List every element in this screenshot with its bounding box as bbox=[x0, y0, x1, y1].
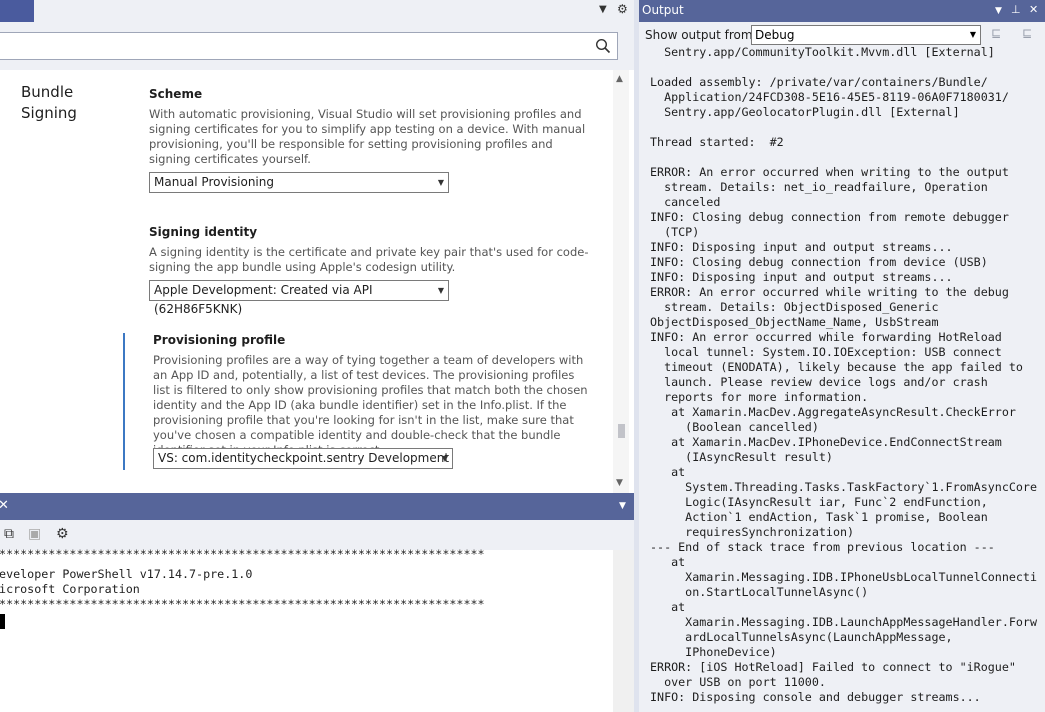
signing-identity-select[interactable]: Apple Development: Created via API (62H8… bbox=[149, 280, 449, 316]
scheme-select-value: Manual Provisioning bbox=[154, 175, 274, 189]
output-line: INFO: Disposing input and output streams… bbox=[650, 270, 953, 284]
output-line: at Xamarin.MacDev.AggregateAsyncResult.C… bbox=[650, 405, 1016, 419]
signing-identity-heading: Signing identity bbox=[149, 225, 258, 239]
provisioning-profile-heading: Provisioning profile bbox=[153, 333, 286, 347]
settings-gear-icon[interactable]: ⚙ bbox=[56, 526, 69, 542]
output-line: on.StartLocalTunnelAsync() bbox=[650, 585, 869, 599]
close-icon[interactable]: ✕ bbox=[0, 498, 9, 513]
output-text[interactable]: Sentry.app/CommunityToolkit.Mvvm.dll [Ex… bbox=[650, 47, 1045, 712]
output-line: INFO: An error occurred while forwarding… bbox=[650, 330, 1002, 344]
output-line: at bbox=[650, 555, 686, 569]
terminal-line: Microsoft Corporation bbox=[0, 582, 140, 596]
scrollbar-thumb[interactable] bbox=[618, 424, 625, 438]
output-line: IPhoneDevice) bbox=[650, 645, 777, 659]
scroll-up-icon[interactable]: ▲ bbox=[616, 74, 623, 84]
output-title: Output bbox=[642, 3, 684, 17]
output-toolbar: Show output from: Debug ▼ ⊑ ⊑ bbox=[639, 22, 1045, 47]
output-line: Thread started: #2 bbox=[650, 135, 784, 149]
output-line: (TCP) bbox=[650, 225, 700, 239]
provisioning-profile-select[interactable]: VS: com.identitycheckpoint.sentry Develo… bbox=[153, 448, 453, 469]
search-icon[interactable] bbox=[595, 38, 611, 54]
terminal-line: ****************************************… bbox=[0, 547, 485, 561]
output-line: INFO: Closing debug connection from devi… bbox=[650, 255, 988, 269]
signing-identity-description: A signing identity is the certificate an… bbox=[149, 245, 589, 274]
scheme-select[interactable]: Manual Provisioning ▼ bbox=[149, 172, 449, 193]
terminal-cursor bbox=[0, 614, 5, 629]
copy-icon[interactable]: ⧉ bbox=[4, 526, 14, 542]
chevron-down-icon: ▼ bbox=[969, 30, 976, 39]
terminal-output[interactable]: ****************************************… bbox=[0, 547, 613, 712]
clear-all-icon[interactable]: ⊑ bbox=[991, 26, 1001, 40]
word-wrap-icon[interactable]: ⊑ bbox=[1022, 26, 1032, 40]
scheme-description: With automatic provisioning, Visual Stud… bbox=[149, 107, 586, 166]
scroll-down-icon[interactable]: ▼ bbox=[616, 478, 623, 488]
output-line: local tunnel: System.IO.IOException: USB… bbox=[650, 345, 1002, 359]
output-line: Sentry.app/CommunityToolkit.Mvvm.dll [Ex… bbox=[650, 47, 995, 59]
output-line: Application/24FCD308-5E16-45E5-8119-06A0… bbox=[650, 90, 1009, 104]
output-line: reports for more information. bbox=[650, 390, 869, 404]
output-line: ERROR: [iOS HotReload] Failed to connect… bbox=[650, 660, 1016, 674]
settings-search-input[interactable] bbox=[0, 32, 618, 60]
output-source-select[interactable]: Debug ▼ bbox=[751, 25, 981, 45]
chevron-down-icon: ▼ bbox=[437, 178, 444, 187]
project-properties-pane: ▼ ⚙ Bundle Signing Scheme With automatic… bbox=[0, 0, 634, 493]
chevron-down-icon: ▼ bbox=[441, 454, 448, 463]
terminal-line: Developer PowerShell v17.14.7-pre.1.0 bbox=[0, 567, 253, 581]
output-line: (IAsyncResult result) bbox=[650, 450, 833, 464]
terminal-line: ****************************************… bbox=[0, 597, 485, 611]
terminal-titlebar: ✕ ▼ bbox=[0, 493, 634, 520]
output-line: canceled bbox=[650, 195, 721, 209]
window-dropdown-icon[interactable]: ▼ bbox=[599, 4, 607, 15]
pin-icon[interactable]: ⊥ bbox=[1011, 3, 1021, 16]
paste-icon[interactable]: ▣ bbox=[28, 526, 41, 542]
signing-identity-select-value: Apple Development: Created via API (62H8… bbox=[154, 283, 373, 316]
terminal-toolbar: ⧉ ▣ ⚙ bbox=[0, 520, 634, 550]
output-line: ObjectDisposed_ObjectName_Name, UsbStrea… bbox=[650, 315, 939, 329]
output-line: Xamarin.Messaging.IDB.LaunchAppMessageHa… bbox=[650, 615, 1038, 629]
output-line: at Xamarin.MacDev.IPhoneDevice.EndConnec… bbox=[650, 435, 1002, 449]
chevron-down-icon: ▼ bbox=[437, 286, 444, 295]
output-line: stream. Details: ObjectDisposed_Generic bbox=[650, 300, 939, 314]
output-source-value: Debug bbox=[755, 28, 795, 42]
terminal-scrollbar[interactable] bbox=[613, 550, 634, 712]
output-line: Xamarin.Messaging.IDB.IPhoneUsbLocalTunn… bbox=[650, 570, 1038, 584]
output-line: ardLocalTunnelsAsync(LaunchAppMessage, bbox=[650, 630, 953, 644]
properties-scrollbar[interactable]: ▲ ▼ bbox=[613, 70, 629, 493]
output-line: Logic(IAsyncResult iar, Func`2 endFuncti… bbox=[650, 495, 988, 509]
output-line: Loaded assembly: /private/var/containers… bbox=[650, 75, 988, 89]
output-line: Sentry.app/GeolocatorPlugin.dll [Externa… bbox=[650, 105, 960, 119]
output-line: at bbox=[650, 465, 686, 479]
output-line: --- End of stack trace from previous loc… bbox=[650, 540, 995, 554]
provisioning-profile-description: Provisioning profiles are a way of tying… bbox=[153, 353, 588, 457]
output-line: timeout (ENODATA), likely because the ap… bbox=[650, 360, 1023, 374]
show-output-from-label: Show output from: bbox=[645, 28, 757, 42]
active-tab-accent[interactable] bbox=[0, 0, 34, 22]
focus-indicator-bar bbox=[123, 333, 125, 470]
section-title-bundle-signing: Bundle Signing bbox=[21, 83, 77, 122]
close-icon[interactable]: ✕ bbox=[1029, 3, 1038, 16]
scheme-heading: Scheme bbox=[149, 87, 203, 101]
output-line: INFO: Closing debug connection from remo… bbox=[650, 210, 1009, 224]
output-line: Action`1 endAction, Task`1 promise, Bool… bbox=[650, 510, 988, 524]
output-line: over USB on port 11000. bbox=[650, 675, 826, 689]
window-dropdown-icon[interactable]: ▼ bbox=[995, 6, 1002, 16]
output-line: (Boolean cancelled) bbox=[650, 420, 819, 434]
output-line: INFO: Disposing input and output streams… bbox=[650, 240, 953, 254]
output-line: System.Threading.Tasks.TaskFactory`1.Fro… bbox=[650, 480, 1038, 494]
output-line: stream. Details: net_io_readfailure, Ope… bbox=[650, 180, 988, 194]
properties-titlebar: ▼ ⚙ bbox=[0, 0, 634, 22]
output-line: ERROR: An error occurred when writing to… bbox=[650, 165, 1009, 179]
output-line: ERROR: An error occurred while writing t… bbox=[650, 285, 1009, 299]
output-line: INFO: Disposing console and debugger str… bbox=[650, 690, 981, 704]
output-line: launch. Please review device logs and/or… bbox=[650, 375, 988, 389]
gear-icon[interactable]: ⚙ bbox=[617, 2, 628, 16]
output-line: at bbox=[650, 600, 686, 614]
output-titlebar: Output ▼ ⊥ ✕ bbox=[639, 0, 1045, 22]
output-pane: Output ▼ ⊥ ✕ Show output from: Debug ▼ ⊑… bbox=[639, 0, 1045, 712]
window-dropdown-icon[interactable]: ▼ bbox=[619, 501, 626, 511]
output-line: requiresSynchronization) bbox=[650, 525, 855, 539]
provisioning-profile-select-value: VS: com.identitycheckpoint.sentry Develo… bbox=[158, 451, 450, 465]
